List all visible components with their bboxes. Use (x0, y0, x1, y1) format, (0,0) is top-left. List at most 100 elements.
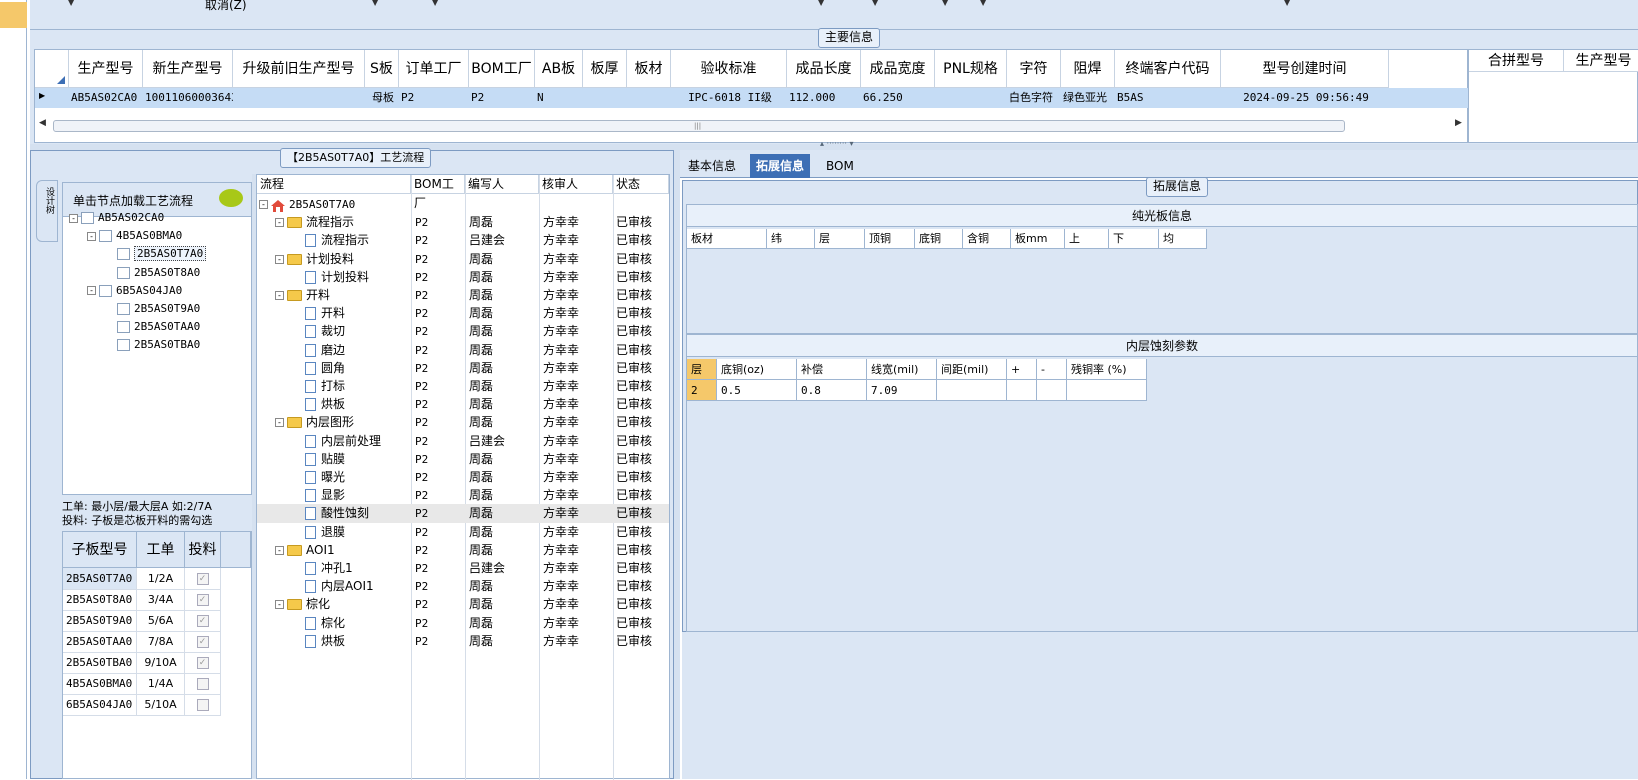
dropdown-caret-icon[interactable]: ▼ (942, 0, 948, 7)
checkbox-icon[interactable] (117, 339, 130, 352)
column-header[interactable]: S板 (365, 50, 399, 88)
cancel-button[interactable]: 取消(Z) (205, 0, 247, 13)
checkbox-icon[interactable] (99, 230, 112, 243)
feed-cell[interactable]: ✓ (185, 652, 221, 674)
flow-node[interactable]: 流程指示 (291, 231, 369, 250)
column-header[interactable]: 上 (1065, 229, 1109, 249)
table-row[interactable]: 棕化 P2 周磊 方幸幸 已审核 (257, 614, 669, 633)
column-header[interactable]: 残铜率 (%) (1067, 359, 1147, 380)
flow-node[interactable]: 退膜 (291, 523, 345, 542)
column-header[interactable]: 验收标准 (671, 50, 787, 88)
table-row[interactable]: - AOI1 P2 周磊 方幸幸 已审核 (257, 541, 669, 560)
flow-node[interactable]: 曝光 (291, 468, 345, 487)
sub-board-model[interactable]: 2B5AS0T9A0 (63, 610, 137, 632)
table-row[interactable]: 流程指示 P2 吕建会 方幸幸 已审核 (257, 231, 669, 250)
feed-cell[interactable] (185, 694, 221, 716)
flow-node[interactable]: 烘板 (291, 395, 345, 414)
column-header[interactable]: 编写人 (465, 175, 539, 194)
column-header[interactable]: 层 (815, 229, 865, 249)
dropdown-caret-icon[interactable]: ▼ (872, 0, 878, 7)
table-row[interactable]: 酸性蚀刻 P2 周磊 方幸幸 已审核 (257, 504, 669, 524)
table-cell[interactable] (1007, 380, 1037, 401)
work-order[interactable]: 5/10A (137, 694, 185, 716)
checked-checkbox-icon[interactable]: ✓ (196, 615, 209, 627)
table-row[interactable]: - 计划投料 P2 周磊 方幸幸 已审核 (257, 250, 669, 269)
flow-node[interactable]: 磨边 (291, 341, 345, 360)
process-flow-tree[interactable]: 流程 BOM工厂 编写人 核审人 状态 -2B5AS0T7A0- 流程指示 P2 周磊… (256, 174, 670, 780)
sub-board-model[interactable]: 2B5AS0TBA0 (63, 652, 137, 674)
table-row[interactable]: - 2B5AS0T7A0 (257, 195, 669, 214)
feed-cell[interactable]: ✓ (185, 631, 221, 653)
checkbox-icon[interactable] (81, 212, 94, 224)
flow-node[interactable]: 裁切 (291, 322, 345, 341)
table-cell[interactable] (937, 380, 1007, 401)
dropdown-caret-icon[interactable]: ▼ (980, 0, 986, 7)
checked-checkbox-icon[interactable]: ✓ (196, 636, 209, 648)
table-row[interactable]: 显影 P2 周磊 方幸幸 已审核 (257, 486, 669, 505)
table-row[interactable]: 内层AOI1 P2 周磊 方幸幸 已审核 (257, 577, 669, 596)
table-row[interactable]: 开料 P2 周磊 方幸幸 已审核 (257, 304, 669, 323)
dropdown-caret-icon[interactable]: ▼ (432, 0, 438, 7)
tree-node[interactable]: - 4B5AS0BMA0 (87, 229, 182, 243)
tab-bom[interactable]: BOM (820, 154, 860, 178)
work-order[interactable]: 3/4A (137, 589, 185, 611)
column-header[interactable]: 板材 (687, 229, 767, 249)
column-header[interactable]: 生产型号 (1564, 50, 1638, 72)
column-header[interactable]: 子板型号 (63, 532, 137, 568)
checkbox-icon[interactable] (196, 678, 209, 690)
sub-board-model[interactable]: 2B5AS0T7A0 (63, 568, 137, 590)
flow-node[interactable]: - 流程指示 (275, 213, 354, 232)
table-row[interactable]: 内层前处理 P2 吕建会 方幸幸 已审核 (257, 432, 669, 451)
column-header[interactable]: 阻焊 (1061, 50, 1115, 88)
column-header[interactable]: 下 (1109, 229, 1159, 249)
feed-cell[interactable]: ✓ (185, 568, 221, 590)
sub-board-model[interactable]: 2B5AS0T8A0 (63, 589, 137, 611)
checkbox-icon[interactable] (117, 266, 130, 279)
column-header[interactable]: 含铜 (963, 229, 1011, 249)
table-row[interactable]: 计划投料 P2 周磊 方幸幸 已审核 (257, 268, 669, 287)
column-header[interactable]: 升级前旧生产型号 (233, 50, 365, 88)
checked-checkbox-icon[interactable]: ✓ (196, 594, 209, 606)
design-tree-side-tab[interactable]: 设计树 (36, 180, 58, 242)
flow-node[interactable]: 棕化 (291, 614, 345, 633)
table-cell[interactable]: 0.8 (797, 380, 867, 401)
tree-node[interactable]: - 6B5AS04JA0 (87, 284, 182, 297)
column-header[interactable]: 新生产型号 (143, 50, 233, 88)
collapse-icon[interactable]: - (275, 418, 284, 428)
column-header[interactable]: 底铜 (915, 229, 963, 249)
table-cell[interactable]: 7.09 (867, 380, 937, 401)
table-cell[interactable] (1067, 380, 1147, 401)
work-order[interactable]: 5/6A (137, 610, 185, 632)
column-header[interactable]: 底铜(oz) (717, 359, 797, 380)
feed-cell[interactable]: ✓ (185, 610, 221, 632)
table-row[interactable]: 冲孔1 P2 吕建会 方幸幸 已审核 (257, 559, 669, 578)
column-header[interactable]: 均 (1159, 229, 1207, 249)
column-header[interactable]: 字符 (1007, 50, 1061, 88)
checkbox-icon[interactable] (196, 699, 209, 711)
table-row[interactable]: 裁切 P2 周磊 方幸幸 已审核 (257, 322, 669, 341)
table-row[interactable]: - 棕化 P2 周磊 方幸幸 已审核 (257, 595, 669, 614)
column-header[interactable]: 流程 (257, 175, 411, 194)
column-header[interactable]: AB板 (535, 50, 583, 88)
flow-node[interactable]: 内层AOI1 (291, 577, 374, 596)
scroll-left-icon[interactable]: ◀ (39, 118, 46, 128)
tree-node[interactable]: - AB5AS02CA0 (69, 211, 164, 224)
table-row[interactable]: 烘板 P2 周磊 方幸幸 已审核 (257, 632, 669, 651)
flow-node[interactable]: 烘板 (291, 632, 345, 651)
collapse-icon[interactable]: - (275, 291, 284, 300)
sub-board-grid[interactable]: 子板型号 工单 投料 2B5AS0T7A0 1/2A ✓ 2B5AS0T8A0 3/4A… (62, 531, 252, 779)
tab-basic-info[interactable]: 基本信息 (682, 154, 742, 178)
horizontal-scrollbar[interactable]: ◀ ||| ▶ (39, 118, 1467, 134)
column-header[interactable]: 补偿 (797, 359, 867, 380)
column-header[interactable]: 间距(mil) (937, 359, 1007, 380)
flow-node[interactable]: - 2B5AS0T7A0 (259, 195, 355, 214)
table-row[interactable]: 退膜 P2 周磊 方幸幸 已审核 (257, 523, 669, 542)
scroll-right-icon[interactable]: ▶ (1455, 118, 1462, 128)
table-row[interactable]: 曝光 P2 周磊 方幸幸 已审核 (257, 468, 669, 487)
checkbox-icon[interactable] (117, 248, 130, 261)
column-header[interactable]: 板材 (627, 50, 671, 88)
column-header[interactable]: 投料 (185, 532, 221, 568)
flow-node[interactable]: 酸性蚀刻 (291, 504, 369, 523)
tree-node[interactable]: 2B5AS0TBA0 (105, 338, 200, 352)
column-header[interactable]: 顶铜 (865, 229, 915, 249)
